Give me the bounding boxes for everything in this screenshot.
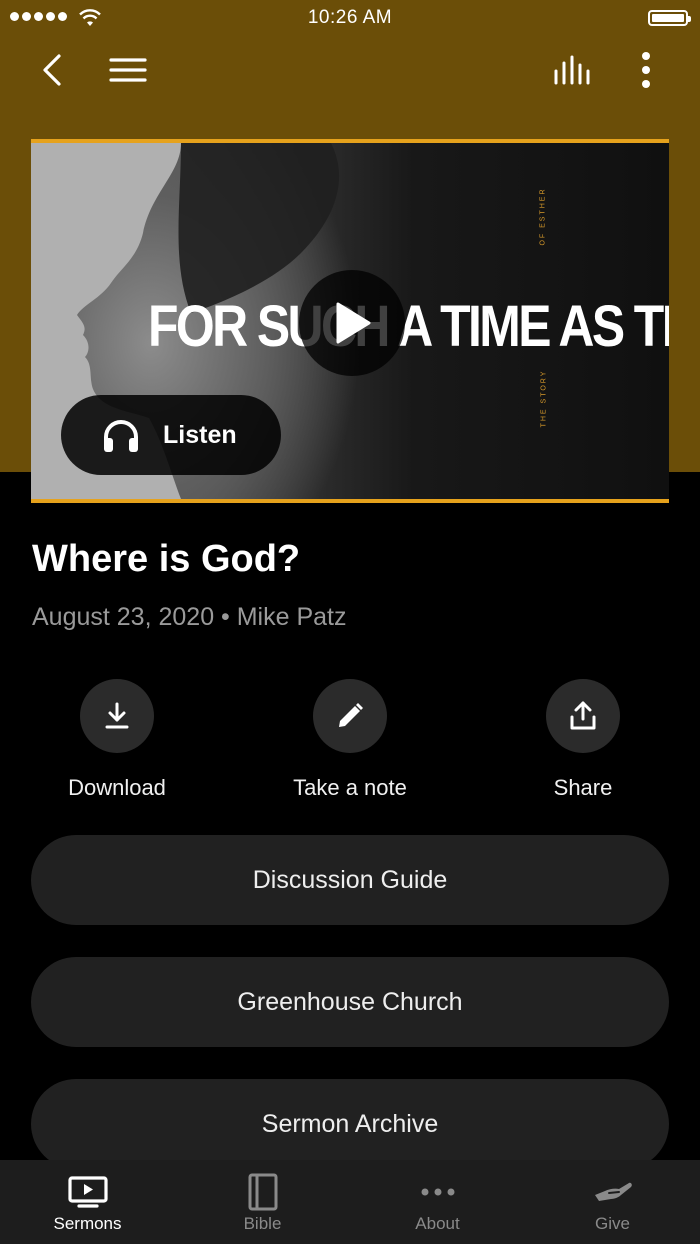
download-button[interactable]: [80, 679, 154, 753]
chevron-left-icon: [43, 54, 61, 86]
hero-side-text-bottom: THE STORY: [540, 369, 548, 428]
bottom-tab-bar: Sermons Bible About Give: [0, 1160, 700, 1244]
listen-button[interactable]: Listen: [61, 395, 281, 475]
audio-bars-icon: [554, 55, 590, 85]
share-button[interactable]: [546, 679, 620, 753]
hero-side-text-top: OF ESTHER: [539, 187, 547, 246]
dots-icon: [421, 1188, 454, 1196]
play-icon: [336, 302, 371, 344]
tab-about-label: About: [415, 1214, 460, 1233]
sermon-date-speaker: August 23, 2020 • Mike Patz: [32, 603, 347, 631]
book-icon: [248, 1173, 277, 1211]
tab-give[interactable]: Give: [525, 1160, 700, 1244]
headphones-icon: [104, 420, 138, 452]
greenhouse-church-button[interactable]: Greenhouse Church: [31, 957, 669, 1047]
play-button[interactable]: [299, 270, 405, 376]
menu-button[interactable]: [104, 48, 152, 92]
tab-give-label: Give: [595, 1214, 630, 1233]
sermon-hero-image[interactable]: FOR SUCH A TIME AS THIS OF ESTHER THE ST…: [31, 139, 669, 503]
tab-sermons-label: Sermons: [53, 1214, 122, 1233]
take-note-action[interactable]: Take a note: [260, 679, 440, 801]
tab-bible[interactable]: Bible: [175, 1160, 350, 1244]
more-options-button[interactable]: [626, 48, 666, 92]
tab-sermons[interactable]: Sermons: [0, 1160, 175, 1244]
status-time: 10:26 AM: [307, 7, 393, 28]
hamburger-icon: [109, 58, 147, 82]
more-vertical-icon: [642, 52, 650, 88]
listen-label: Listen: [163, 420, 237, 449]
status-bar: 10:26 AM: [0, 0, 700, 36]
pencil-icon: [339, 703, 363, 727]
download-label: Download: [68, 775, 166, 800]
give-hand-icon: [594, 1182, 632, 1201]
audio-levels-button[interactable]: [548, 48, 596, 92]
share-action[interactable]: Share: [493, 679, 673, 801]
tab-bible-label: Bible: [243, 1214, 282, 1233]
hero-title-text: FOR SUCH A TIME AS THIS: [148, 294, 669, 359]
back-button[interactable]: [30, 48, 74, 92]
take-note-label: Take a note: [293, 775, 407, 800]
share-icon: [570, 701, 596, 730]
take-note-button[interactable]: [313, 679, 387, 753]
tab-about[interactable]: About: [350, 1160, 525, 1244]
download-action[interactable]: Download: [27, 679, 207, 801]
tv-play-icon: [67, 1176, 108, 1208]
sermon-archive-button[interactable]: Sermon Archive: [31, 1079, 669, 1169]
sermon-title: Where is God?: [32, 538, 301, 580]
share-label: Share: [553, 775, 613, 800]
discussion-guide-button[interactable]: Discussion Guide: [31, 835, 669, 925]
battery-icon: [648, 10, 691, 26]
download-icon: [105, 702, 129, 729]
